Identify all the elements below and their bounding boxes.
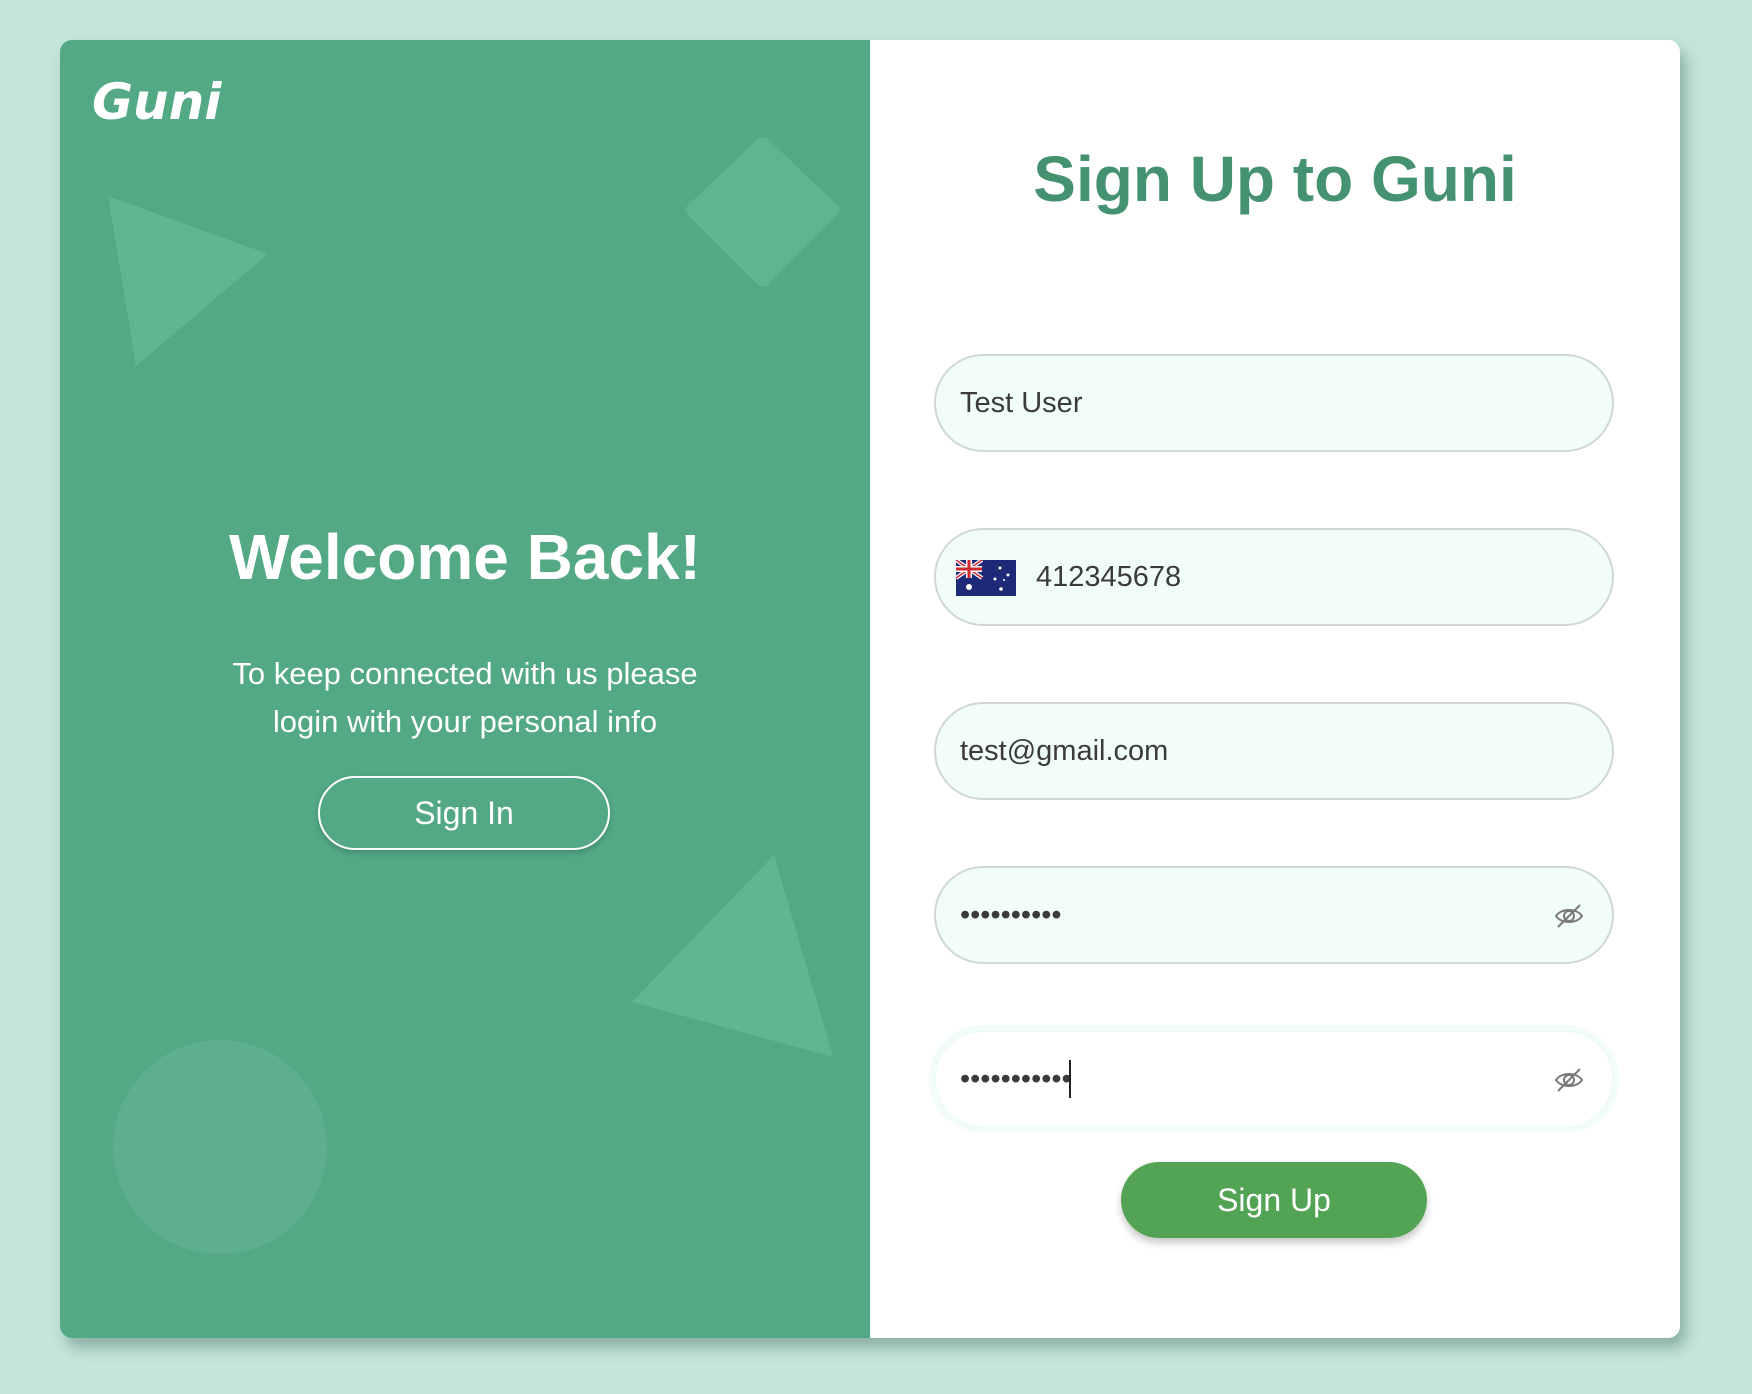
phone-input[interactable] <box>1036 530 1576 624</box>
guni-logo: Guni <box>92 73 222 131</box>
welcome-title: Welcome Back! <box>229 521 701 593</box>
welcome-panel: Guni Welcome Back! To keep connected wit… <box>60 40 870 1338</box>
name-field[interactable] <box>934 354 1614 452</box>
confirm-password-input[interactable] <box>960 1032 1520 1126</box>
triangle-shape <box>632 855 833 1057</box>
welcome-message: To keep connected with us please login w… <box>232 656 698 739</box>
name-input[interactable] <box>960 356 1520 450</box>
eye-slash-icon[interactable] <box>1554 1065 1584 1095</box>
auth-card: Guni Welcome Back! To keep connected wit… <box>60 40 1680 1338</box>
form-title: Sign Up to Guni <box>1033 143 1517 215</box>
australia-flag-icon[interactable] <box>956 560 1016 596</box>
password-input[interactable] <box>960 868 1520 962</box>
eye-slash-icon[interactable] <box>1554 901 1584 931</box>
diamond-shape <box>686 137 839 287</box>
sign-in-button[interactable]: Sign In <box>318 776 610 850</box>
sign-up-button[interactable]: Sign Up <box>1121 1162 1427 1238</box>
logo-text: Guni <box>92 73 222 131</box>
email-input[interactable] <box>960 704 1520 798</box>
circle-shape <box>113 1040 327 1254</box>
text-cursor <box>1069 1060 1071 1098</box>
confirm-password-field[interactable] <box>934 1030 1614 1128</box>
email-field[interactable] <box>934 702 1614 800</box>
signup-form: Sign Up to Guni Test User 412345678 test… <box>870 40 1680 1338</box>
phone-field[interactable] <box>934 528 1614 626</box>
password-field[interactable] <box>934 866 1614 964</box>
triangle-shape <box>108 196 268 366</box>
